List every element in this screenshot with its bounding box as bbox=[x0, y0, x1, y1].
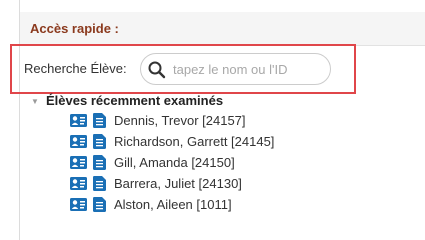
recent-students-list: Dennis, Trevor [24157] Richardson, Garre… bbox=[70, 110, 274, 215]
document-icon[interactable] bbox=[93, 134, 106, 149]
document-icon[interactable] bbox=[93, 176, 106, 191]
student-id-card-icon[interactable] bbox=[70, 135, 87, 148]
document-icon[interactable] bbox=[93, 197, 106, 212]
list-item[interactable]: Dennis, Trevor [24157] bbox=[70, 110, 274, 131]
student-id-card-icon[interactable] bbox=[70, 156, 87, 169]
list-item[interactable]: Richardson, Garrett [24145] bbox=[70, 131, 274, 152]
student-link[interactable]: Richardson, Garrett [24145] bbox=[114, 134, 274, 149]
panel-header: Accès rapide : bbox=[20, 12, 425, 46]
student-link[interactable]: Dennis, Trevor [24157] bbox=[114, 113, 246, 128]
document-icon[interactable] bbox=[93, 113, 106, 128]
page: Accès rapide : Recherche Élève: ▼ Élèves… bbox=[0, 0, 425, 240]
recent-students-title[interactable]: Élèves récemment examinés bbox=[46, 93, 223, 108]
list-item[interactable]: Barrera, Juliet [24130] bbox=[70, 173, 274, 194]
student-id-card-icon[interactable] bbox=[70, 198, 87, 211]
search-label: Recherche Élève: bbox=[24, 61, 127, 76]
student-link[interactable]: Barrera, Juliet [24130] bbox=[114, 176, 242, 191]
search-field[interactable] bbox=[140, 53, 331, 85]
list-item[interactable]: Gill, Amanda [24150] bbox=[70, 152, 274, 173]
document-icon[interactable] bbox=[93, 155, 106, 170]
student-id-card-icon[interactable] bbox=[70, 177, 87, 190]
search-input[interactable] bbox=[173, 59, 323, 79]
student-link[interactable]: Alston, Aileen [1011] bbox=[114, 197, 232, 212]
student-link[interactable]: Gill, Amanda [24150] bbox=[114, 155, 235, 170]
caret-down-icon[interactable]: ▼ bbox=[31, 97, 39, 106]
list-item[interactable]: Alston, Aileen [1011] bbox=[70, 194, 274, 215]
search-icon[interactable] bbox=[147, 60, 167, 80]
panel-title: Accès rapide : bbox=[30, 21, 119, 36]
student-id-card-icon[interactable] bbox=[70, 114, 87, 127]
